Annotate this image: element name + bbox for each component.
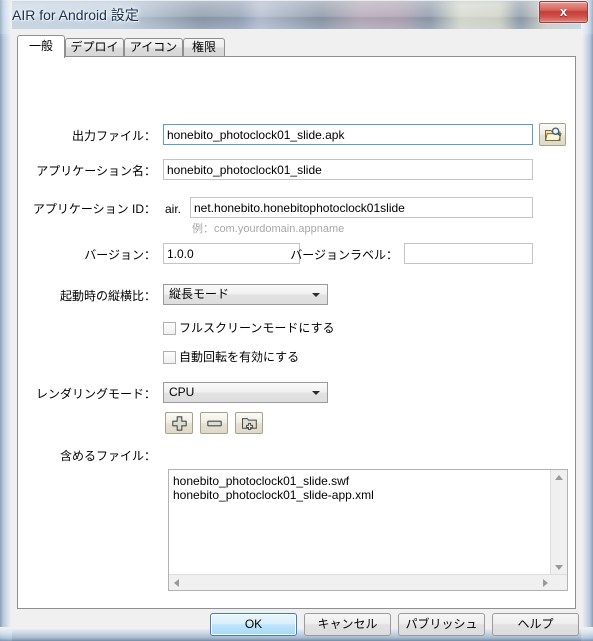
- rendering-mode-value: CPU: [169, 385, 195, 399]
- help-button[interactable]: ヘルプ: [492, 613, 579, 636]
- auto-rotate-label: 自動回転を有効にする: [179, 350, 300, 364]
- triangle-right-icon[interactable]: [543, 579, 548, 587]
- tab-panel-general: 出力ファイル： アプリケーション名： アプリケーション ID： air. 例：c…: [17, 56, 576, 609]
- auto-rotate-checkbox[interactable]: [163, 351, 176, 364]
- add-file-button[interactable]: [165, 412, 193, 434]
- window-frame-left: [0, 0, 12, 641]
- folder-plus-icon: [241, 418, 257, 430]
- included-files-horizontal-scrollbar[interactable]: [169, 574, 567, 590]
- tab-general[interactable]: 一般: [17, 35, 65, 58]
- app-id-prefix: air.: [165, 202, 182, 216]
- remove-file-button[interactable]: [200, 412, 228, 434]
- included-files-listbox[interactable]: honebito_photoclock01_slide.swf honebito…: [168, 469, 568, 591]
- included-files-vertical-scrollbar[interactable]: [550, 470, 567, 575]
- version-label-field-label: バージョンラベル：: [290, 248, 398, 262]
- rendering-mode-combobox[interactable]: CPU: [163, 382, 328, 403]
- window-title: AIR for Android 設定: [12, 7, 139, 23]
- browse-output-file-button[interactable]: [539, 123, 566, 146]
- list-item[interactable]: honebito_photoclock01_slide.swf: [173, 474, 349, 488]
- fullscreen-checkbox[interactable]: [163, 322, 176, 335]
- app-name-label: アプリケーション名：: [36, 164, 156, 178]
- aspect-ratio-value: 縦長モード: [169, 287, 230, 301]
- aspect-ratio-combobox[interactable]: 縦長モード: [163, 284, 328, 305]
- app-id-input[interactable]: [190, 197, 533, 218]
- included-files-label: 含めるファイル：: [59, 449, 156, 463]
- window-frame-right: [581, 0, 593, 641]
- app-id-hint: 例：com.yourdomain.appname: [192, 223, 345, 235]
- cancel-button[interactable]: キャンセル: [304, 613, 391, 636]
- dialog-client-area: 一般 デプロイ アイコン 権限 出力ファイル： アプリケーション名：: [12, 29, 581, 636]
- add-folder-button[interactable]: [235, 412, 263, 434]
- fullscreen-label: フルスクリーンモードにする: [179, 321, 335, 335]
- publish-button[interactable]: パブリッシュ: [398, 613, 485, 636]
- version-label-input[interactable]: [404, 243, 533, 264]
- chevron-down-icon: [312, 293, 320, 297]
- tab-icons[interactable]: アイコン: [124, 38, 183, 57]
- chevron-down-icon: [312, 391, 320, 395]
- triangle-down-icon[interactable]: [555, 565, 563, 570]
- tabstrip: 一般 デプロイ アイコン 権限: [17, 35, 576, 58]
- output-file-label: 出力ファイル：: [71, 129, 156, 143]
- aspect-ratio-label: 起動時の縦横比：: [59, 289, 156, 303]
- triangle-left-icon[interactable]: [174, 579, 179, 587]
- output-file-input[interactable]: [163, 124, 533, 145]
- tab-deploy[interactable]: デプロイ: [65, 38, 124, 57]
- tab-permissions[interactable]: 権限: [183, 38, 225, 57]
- ok-button[interactable]: OK: [210, 613, 297, 636]
- minus-icon: [206, 420, 222, 427]
- dialog-window: AIR for Android 設定 x 一般 デプロイ アイコン 権限 出力フ…: [0, 0, 593, 641]
- rendering-mode-label: レンダリングモード：: [35, 387, 156, 401]
- list-item[interactable]: honebito_photoclock01_slide-app.xml: [173, 488, 374, 502]
- close-icon: x: [559, 4, 568, 19]
- close-button[interactable]: x: [539, 1, 588, 23]
- folder-search-icon: [544, 127, 562, 141]
- window-frame-top-highlight: [0, 0, 593, 1]
- triangle-up-icon[interactable]: [555, 475, 563, 480]
- app-id-label: アプリケーション ID：: [32, 202, 156, 216]
- version-label: バージョン：: [84, 248, 156, 262]
- app-name-input[interactable]: [163, 159, 533, 180]
- plus-icon: [171, 416, 187, 431]
